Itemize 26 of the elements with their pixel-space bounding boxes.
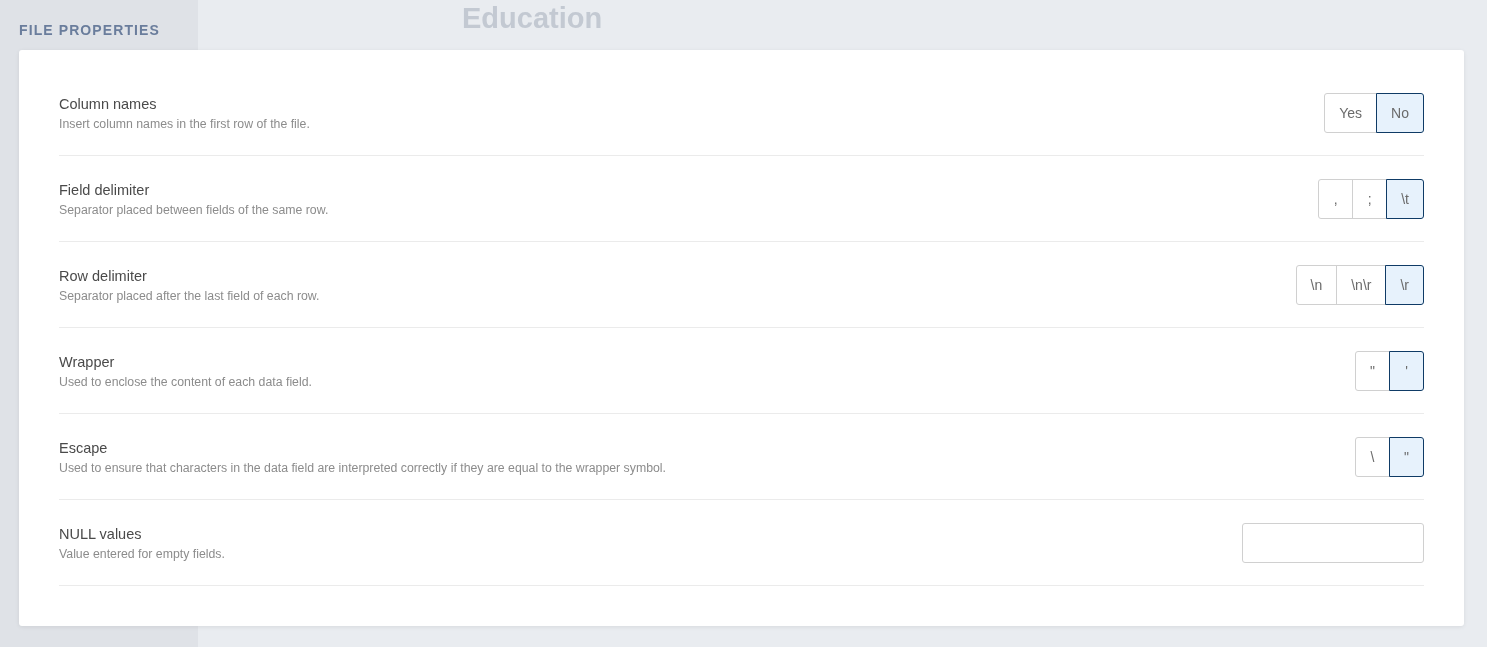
setting-description: Insert column names in the first row of the file. [59,117,310,132]
setting-description: Used to enclose the content of each data field. [59,375,312,390]
setting-description: Used to ensure that characters in the data field are interpreted correctly if they are equal to the wrapper symbol. [59,461,666,476]
option-button[interactable]: " [1355,350,1390,391]
option-button[interactable]: \n\r [1336,264,1387,305]
panel-title: FILE PROPERTIES [19,21,160,39]
option-button[interactable]: \t [1386,178,1424,219]
setting-description: Separator placed after the last field of each row. [59,289,320,304]
setting-label: Escape [59,439,108,457]
setting-label: Column names [59,95,157,113]
setting-description: Separator placed between fields of the same row. [59,203,329,218]
setting-label: Field delimiter [59,181,150,199]
input-field[interactable] [1242,522,1424,563]
option-button[interactable]: \ [1355,436,1390,477]
option-button[interactable]: ' [1389,350,1424,391]
option-button[interactable]: ; [1352,178,1388,219]
option-button[interactable]: , [1318,178,1354,219]
option-button[interactable]: \n [1295,264,1338,305]
option-button[interactable]: \r [1385,264,1424,305]
setting-description: Value entered for empty fields. [59,547,225,562]
setting-label: NULL values [59,525,142,543]
setting-label: Wrapper [59,353,115,371]
option-button[interactable]: " [1389,436,1424,477]
option-button[interactable]: No [1376,92,1424,133]
option-button[interactable]: Yes [1324,92,1378,133]
setting-label: Row delimiter [59,267,147,285]
